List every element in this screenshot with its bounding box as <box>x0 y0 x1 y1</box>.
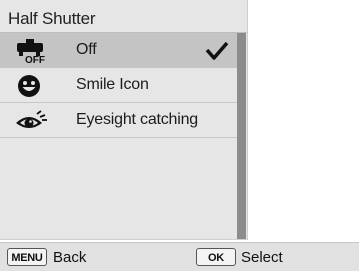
smile-face-icon <box>18 75 40 97</box>
option-list: OFF Off Smile Icon Eyesight catching <box>0 33 237 138</box>
option-smile-icon-label: Smile Icon <box>76 76 149 93</box>
camera-menu-screen: Half Shutter OFF Off Smile Icon Eyesight… <box>0 0 359 271</box>
scrollbar[interactable] <box>237 33 246 239</box>
button-guide-bar: MENU Back OK Select <box>0 242 359 271</box>
option-off-label: Off <box>76 41 97 58</box>
menu-key-icon: MENU <box>7 248 47 266</box>
checkmark-icon <box>205 41 229 60</box>
menu-panel: Half Shutter OFF Off Smile Icon Eyesight… <box>0 0 248 240</box>
option-eyesight-catching[interactable]: Eyesight catching <box>0 103 237 138</box>
eye-detection-icon <box>16 110 47 128</box>
face-detection-off-icon: OFF <box>17 39 45 64</box>
back-label: Back <box>53 249 87 266</box>
option-off[interactable]: OFF Off <box>0 33 237 68</box>
option-smile-icon[interactable]: Smile Icon <box>0 68 237 103</box>
svg-text:OFF: OFF <box>25 55 45 64</box>
menu-title: Half Shutter <box>8 9 96 28</box>
ok-key-icon: OK <box>196 248 236 266</box>
scrollbar-thumb[interactable] <box>237 33 246 239</box>
option-eyesight-catching-label: Eyesight catching <box>76 111 199 128</box>
select-label: Select <box>241 249 283 266</box>
